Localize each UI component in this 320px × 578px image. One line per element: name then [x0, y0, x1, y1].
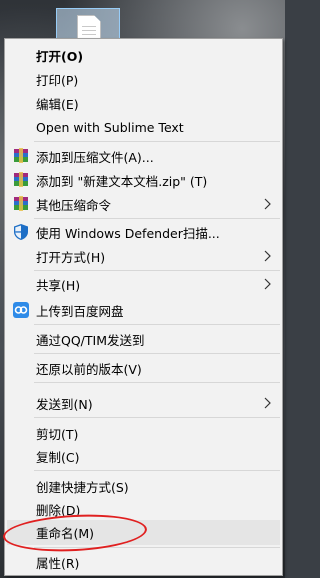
menu-item-open-with[interactable]: 打开方式(H) [7, 244, 280, 269]
menu-item-cut[interactable]: 剪切(T) [7, 421, 280, 446]
separator [34, 141, 280, 142]
menu-item-delete-label: 删除(D) [36, 503, 81, 518]
menu-item-edit[interactable]: 编辑(E) [7, 91, 280, 116]
menu-item-rename-label: 重命名(M) [36, 526, 95, 541]
menu-item-rename[interactable]: 重命名(M) [7, 520, 280, 545]
menu-item-restore-previous-label: 还原以前的版本(V) [36, 362, 142, 377]
menu-item-copy-label: 复制(C) [36, 450, 80, 465]
menu-item-print[interactable]: 打印(P) [7, 67, 280, 92]
menu-item-create-shortcut[interactable]: 创建快捷方式(S) [7, 474, 280, 499]
menu-item-add-to-zip[interactable]: 添加到 "新建文本文档.zip" (T) [7, 168, 280, 193]
windows-defender-shield-icon [14, 224, 28, 240]
menu-item-cut-label: 剪切(T) [36, 427, 79, 442]
winrar-icon [14, 196, 28, 211]
separator [34, 417, 280, 418]
menu-item-add-to-archive[interactable]: 添加到压缩文件(A)... [7, 144, 280, 169]
chevron-right-icon [264, 198, 271, 210]
menu-item-other-compress-label: 其他压缩命令 [36, 198, 112, 213]
menu-item-other-compress[interactable]: 其他压缩命令 [7, 192, 280, 217]
chevron-right-icon [264, 278, 271, 290]
context-menu: 打开(O) 打印(P) 编辑(E) Open with Sublime Text… [4, 38, 283, 576]
menu-item-share[interactable]: 共享(H) [7, 272, 280, 297]
menu-item-create-shortcut-label: 创建快捷方式(S) [36, 480, 129, 495]
separator [34, 353, 280, 354]
menu-item-upload-baidu-label: 上传到百度网盘 [36, 304, 124, 319]
baidu-netdisk-icon [13, 302, 29, 318]
menu-item-defender-scan[interactable]: 使用 Windows Defender扫描... [7, 220, 280, 245]
menu-item-open-sublime[interactable]: Open with Sublime Text [7, 115, 280, 140]
winrar-icon [14, 148, 28, 163]
menu-item-print-label: 打印(P) [36, 73, 79, 88]
separator [34, 547, 280, 548]
menu-item-upload-baidu[interactable]: 上传到百度网盘 [7, 298, 280, 323]
winrar-icon [14, 172, 28, 187]
separator [34, 218, 280, 219]
menu-item-send-qq-tim-label: 通过QQ/TIM发送到 [36, 333, 145, 348]
menu-item-add-to-archive-label: 添加到压缩文件(A)... [36, 150, 154, 165]
menu-item-open[interactable]: 打开(O) [7, 43, 280, 68]
menu-item-send-to[interactable]: 发送到(N) [7, 391, 280, 416]
separator [34, 382, 280, 383]
menu-item-edit-label: 编辑(E) [36, 97, 79, 112]
menu-item-open-with-label: 打开方式(H) [36, 250, 106, 265]
menu-item-copy[interactable]: 复制(C) [7, 444, 280, 469]
menu-item-properties[interactable]: 属性(R) [7, 550, 280, 575]
separator [34, 324, 280, 325]
separator [34, 470, 280, 471]
menu-item-send-qq-tim[interactable]: 通过QQ/TIM发送到 [7, 327, 280, 352]
chevron-right-icon [264, 397, 271, 409]
menu-item-restore-previous[interactable]: 还原以前的版本(V) [7, 356, 280, 381]
menu-item-add-to-zip-label: 添加到 "新建文本文档.zip" (T) [36, 174, 208, 189]
menu-item-defender-scan-label: 使用 Windows Defender扫描... [36, 226, 220, 241]
menu-item-open-label: 打开(O) [36, 49, 84, 64]
menu-item-properties-label: 属性(R) [36, 556, 80, 571]
menu-item-send-to-label: 发送到(N) [36, 397, 93, 412]
separator [34, 270, 280, 271]
menu-item-share-label: 共享(H) [36, 278, 81, 293]
menu-item-open-sublime-label: Open with Sublime Text [36, 120, 184, 135]
menu-item-delete[interactable]: 删除(D) [7, 497, 280, 522]
chevron-right-icon [264, 250, 271, 262]
